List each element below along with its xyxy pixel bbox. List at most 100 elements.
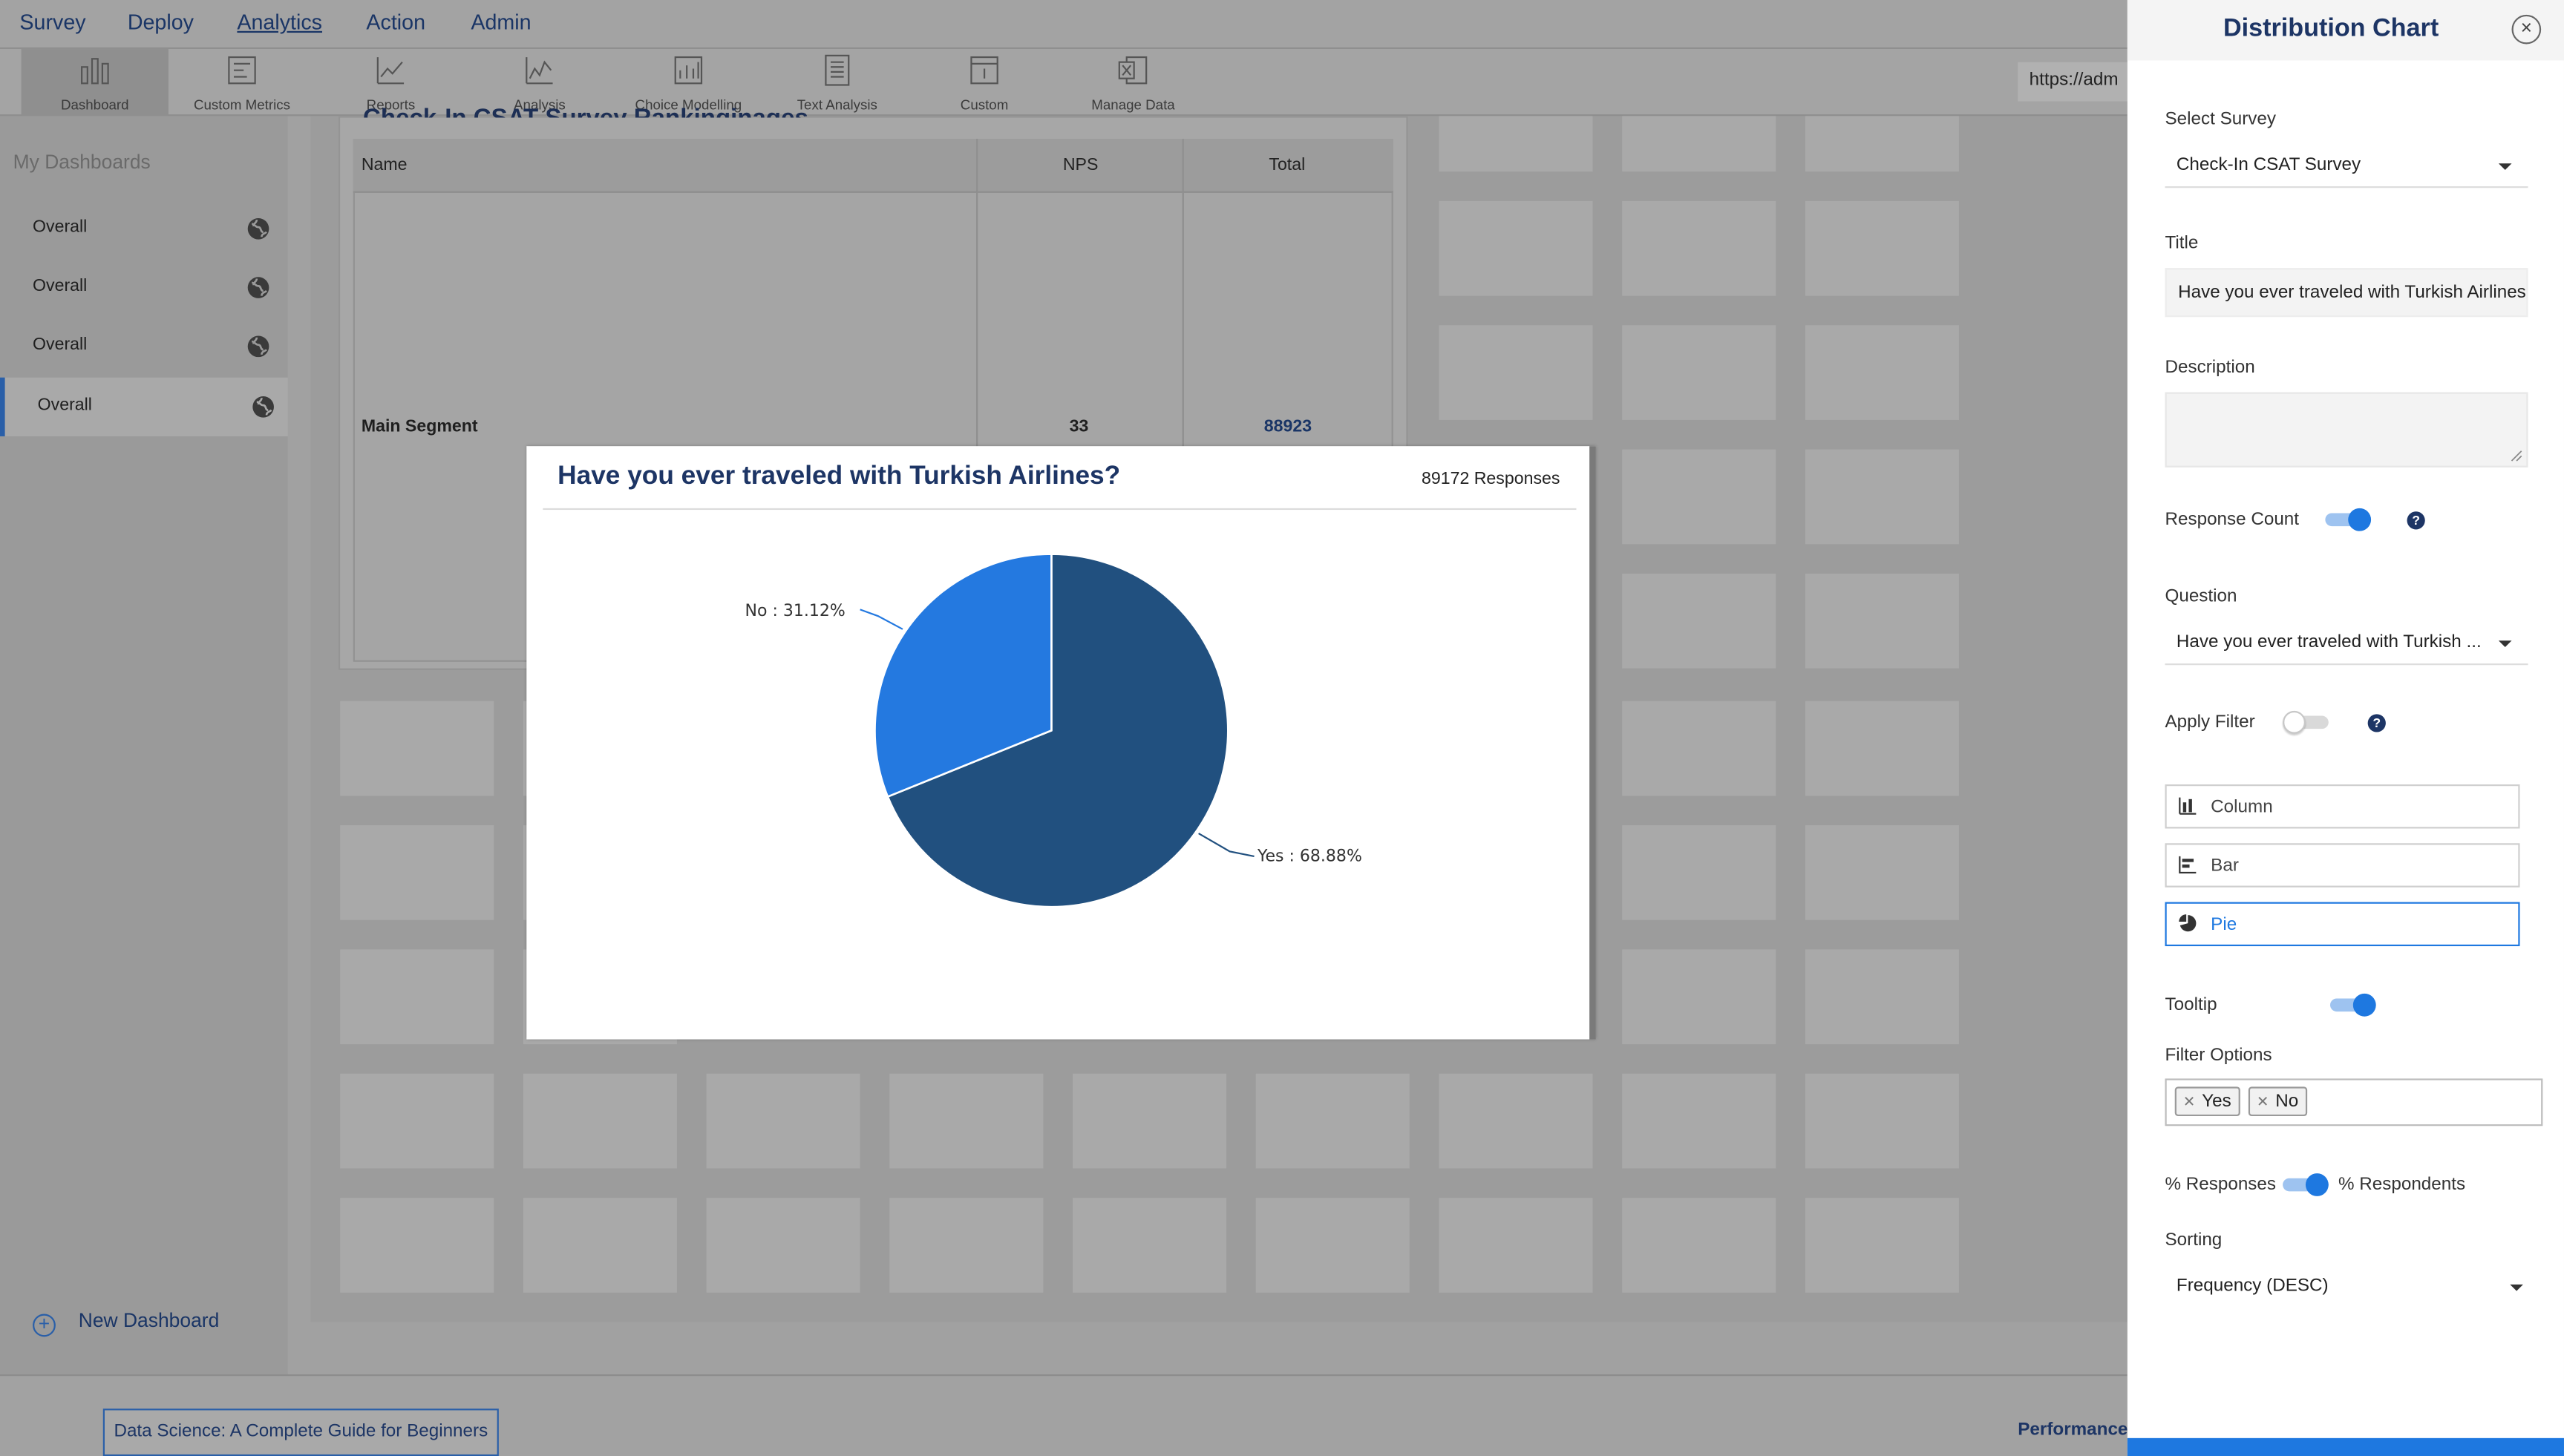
column-divider [976,139,978,450]
placeholder-tile [523,1073,677,1169]
response-count-toggle[interactable] [2325,508,2374,531]
globe-icon[interactable] [247,335,270,358]
placeholder-tile [340,825,494,920]
placeholder-tile [889,1073,1044,1169]
share-url-field[interactable]: https://adm [2018,62,2133,102]
placeholder-tile [1622,701,1776,796]
filter-options-multiselect[interactable]: ✕ Yes ✕ No [2165,1078,2543,1127]
sidebar-item-label: Overall [33,217,88,237]
placeholder-tile [1805,449,1959,545]
help-icon[interactable]: ? [2407,511,2425,530]
custom-icon [970,56,998,85]
select-survey-dropdown[interactable]: Check-In CSAT Survey [2165,145,2528,188]
chart-type-label: Pie [2211,915,2237,935]
placeholder-tile [1622,825,1776,920]
placeholder-tile [1805,1198,1959,1293]
globe-icon[interactable] [247,276,270,299]
tool-custom-metrics[interactable]: Custom Metrics [169,49,315,116]
tool-dashboard[interactable]: Dashboard [21,49,169,117]
tool-custom[interactable]: Custom [911,49,1058,116]
new-dashboard-button[interactable]: + New Dashboard [33,1309,219,1337]
sidebar-item-dashboard[interactable]: Overall [0,200,288,258]
placeholder-tile [1439,1073,1593,1169]
top-navigation: Survey Deploy Analytics Action Admin [0,0,2128,50]
nav-survey[interactable]: Survey [19,10,85,34]
sidebar-item-dashboard[interactable]: Overall [0,317,288,376]
globe-icon[interactable] [252,396,275,419]
placeholder-tile [1805,701,1959,796]
sidebar-title: My Dashboards [13,150,151,174]
remove-chip-icon[interactable]: ✕ [2183,1093,2196,1109]
sorting-label: Sorting [2165,1230,2223,1250]
pct-respondents-label: % Respondents [2338,1175,2466,1195]
question-dropdown[interactable]: Have you ever traveled with Turkish ... [2165,623,2528,666]
placeholder-tile [340,1073,494,1169]
description-textarea[interactable] [2165,392,2528,468]
responses-respondents-toggle[interactable] [2283,1173,2332,1196]
tool-label: Dashboard [60,96,129,113]
chart-type-bar[interactable]: Bar [2165,843,2520,888]
toggle-knob [2348,508,2372,531]
nav-deploy[interactable]: Deploy [128,10,194,34]
filter-chip-no[interactable]: ✕ No [2248,1086,2307,1117]
toggle-knob [2305,1173,2329,1196]
globe-icon[interactable] [247,217,270,240]
placeholder-tile [1805,949,1959,1045]
column-header-total[interactable]: Total [1269,155,1305,174]
help-icon[interactable]: ? [2367,714,2386,732]
chart-type-label: Bar [2211,856,2239,876]
nav-action[interactable]: Action [366,10,425,34]
distribution-chart-panel: Distribution Chart × Select Survey Check… [2127,0,2564,1456]
table-cell-total[interactable]: 88923 [1264,417,1312,436]
remove-chip-icon[interactable]: ✕ [2257,1093,2269,1109]
panel-save-bar[interactable] [2127,1437,2564,1456]
excel-icon [1118,56,1148,85]
panel-header: Distribution Chart × [2127,0,2564,61]
column-header-name[interactable]: Name [362,155,408,174]
placeholder-tile [1805,825,1959,920]
nav-analytics[interactable]: Analytics [237,10,322,34]
tooltip-toggle[interactable] [2329,993,2379,1017]
filter-chip-yes[interactable]: ✕ Yes [2174,1086,2240,1117]
apply-filter-label: Apply Filter [2165,712,2255,732]
title-input[interactable]: Have you ever traveled with Turkish Airl… [2165,268,2528,318]
course-link-button[interactable]: Data Science: A Complete Guide for Begin… [102,1409,499,1456]
select-survey-label: Select Survey [2165,109,2277,129]
new-dashboard-label: New Dashboard [78,1308,220,1332]
column-chart-icon [2179,797,2197,815]
table-cell-nps: 33 [1069,416,1089,436]
placeholder-tile [1805,1073,1959,1169]
tool-manage-data[interactable]: Manage Data [1059,49,1206,116]
tool-label: Custom [960,96,1009,113]
toggle-knob [2352,993,2376,1017]
pct-responses-label: % Responses [2165,1175,2277,1195]
placeholder-tile [1805,325,1959,420]
chip-label: No [2275,1092,2299,1112]
column-header-nps[interactable]: NPS [1063,155,1099,174]
placeholder-tile [340,701,494,796]
placeholder-tile [1439,325,1593,420]
apply-filter-toggle[interactable] [2283,710,2332,734]
placeholder-tile [1805,573,1959,669]
placeholder-tile [706,1073,860,1169]
table-header: Name NPS Total [353,139,1393,193]
pie-label-yes: Yes : 68.88% [1257,847,1362,866]
plus-circle-icon: + [33,1314,56,1337]
sidebar-item-dashboard[interactable]: Overall [0,258,288,317]
sidebar-item-dashboard-active[interactable]: Overall [0,377,288,436]
select-survey-value: Check-In CSAT Survey [2176,155,2361,175]
analytics-toolbar: Dashboard Custom Metrics Reports Analysi… [0,49,2128,117]
text-analysis-icon [825,54,850,86]
choice-modelling-icon [674,56,703,85]
placeholder-tile [706,1198,860,1293]
pie-connector-no [860,609,903,630]
footer-link[interactable]: Performance [2018,1420,2128,1440]
chart-type-column[interactable]: Column [2165,784,2520,829]
sorting-dropdown[interactable]: Frequency (DESC) [2165,1267,2540,1309]
chart-type-pie[interactable]: Pie [2165,902,2520,947]
panel-title: Distribution Chart [2223,14,2439,43]
placeholder-tile [1622,1073,1776,1169]
nav-admin[interactable]: Admin [471,10,531,34]
resize-grip-icon[interactable] [2510,450,2523,463]
close-icon[interactable]: × [2511,14,2542,45]
